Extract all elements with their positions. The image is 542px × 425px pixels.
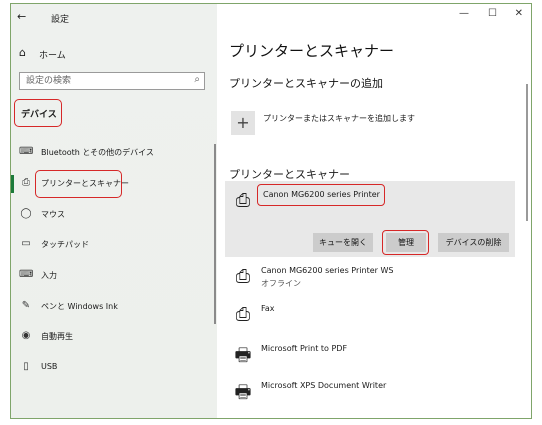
add-printer-label[interactable]: プリンターまたはスキャナーを追加します [263, 113, 415, 124]
plus-icon: + [236, 113, 250, 132]
settings-window: ← 設定 ⌂ ホーム ⌕ デバイス ⌨ Bluetooth とその他のデバイス … [10, 3, 532, 419]
usb-icon: ▯ [23, 361, 29, 372]
sidebar-item-usb[interactable]: ▯ USB [11, 356, 211, 380]
search-icon[interactable]: ⌕ [194, 74, 200, 85]
sidebar-item-bluetooth[interactable]: ⌨ Bluetooth とその他のデバイス [11, 141, 211, 165]
xps-printer-icon: 🖶 [234, 382, 252, 403]
mouse-icon: ◯ [20, 208, 32, 219]
remove-device-button[interactable]: デバイスの削除 [438, 233, 509, 252]
printer-name: Microsoft Print to PDF [261, 344, 348, 353]
sidebar-item-label: ペンと Windows Ink [41, 302, 118, 311]
sidebar-item-label: プリンターとスキャナー [41, 179, 129, 188]
autoplay-icon: ◉ [21, 330, 31, 341]
sidebar-item-label: USB [41, 362, 58, 371]
main-scrollbar[interactable] [526, 84, 528, 221]
pen-icon: ✎ [21, 300, 31, 311]
keyboard-icon: ⌨ [19, 269, 34, 280]
page-title: プリンターとスキャナー [229, 42, 395, 60]
main-content: — ☐ ✕ プリンターとスキャナー プリンターとスキャナーの追加 + プリンター… [217, 4, 531, 418]
add-printer-button[interactable]: + [231, 111, 255, 135]
printer-status: オフライン [261, 279, 301, 288]
back-arrow-icon[interactable]: ← [17, 10, 26, 23]
sidebar-item-touchpad[interactable]: ▭ タッチパッド [11, 233, 211, 257]
printer-icon: ⎙ [235, 266, 251, 287]
sidebar-scrollbar[interactable] [214, 144, 216, 324]
printer-name: Canon MG6200 series Printer WS [261, 266, 394, 275]
active-indicator [11, 175, 14, 193]
sidebar: ← 設定 ⌂ ホーム ⌕ デバイス ⌨ Bluetooth とその他のデバイス … [11, 4, 217, 418]
printer-list-title: プリンターとスキャナー [229, 168, 350, 181]
sidebar-item-autoplay[interactable]: ◉ 自動再生 [11, 325, 211, 349]
touchpad-icon: ▭ [21, 238, 31, 249]
printer-name: Microsoft XPS Document Writer [261, 381, 387, 390]
bluetooth-devices-icon: ⌨ [19, 146, 34, 157]
home-icon[interactable]: ⌂ [19, 46, 26, 59]
sidebar-item-label: 入力 [41, 271, 57, 280]
manage-button[interactable]: 管理 [386, 233, 426, 252]
sidebar-item-label: マウス [41, 210, 65, 219]
fax-icon: ⎙ [235, 304, 251, 325]
search-box[interactable]: ⌕ [19, 72, 205, 90]
printer-icon: ⎙ [235, 190, 251, 211]
sidebar-item-printers[interactable]: ⎙ プリンターとスキャナー [11, 170, 211, 198]
add-section-title: プリンターとスキャナーの追加 [229, 77, 383, 90]
close-button[interactable]: ✕ [515, 8, 523, 19]
maximize-button[interactable]: ☐ [488, 8, 497, 19]
category-heading: デバイス [21, 110, 57, 120]
search-input[interactable] [20, 73, 186, 89]
open-queue-button[interactable]: キューを開く [313, 233, 373, 252]
minimize-button[interactable]: — [459, 8, 469, 19]
home-link[interactable]: ホーム [39, 48, 66, 61]
sidebar-item-label: タッチパッド [41, 240, 89, 249]
selected-printer-name: Canon MG6200 series Printer [263, 190, 380, 199]
sidebar-item-input[interactable]: ⌨ 入力 [11, 264, 211, 288]
sidebar-item-label: Bluetooth とその他のデバイス [41, 148, 154, 157]
pdf-printer-icon: 🖶 [234, 345, 252, 366]
sidebar-item-mouse[interactable]: ◯ マウス [11, 203, 211, 227]
printer-icon: ⎙ [22, 177, 30, 188]
sidebar-item-pen[interactable]: ✎ ペンと Windows Ink [11, 295, 211, 319]
sidebar-item-label: 自動再生 [41, 332, 73, 341]
window-title: 設定 [51, 15, 70, 25]
printer-name: Fax [261, 304, 275, 313]
